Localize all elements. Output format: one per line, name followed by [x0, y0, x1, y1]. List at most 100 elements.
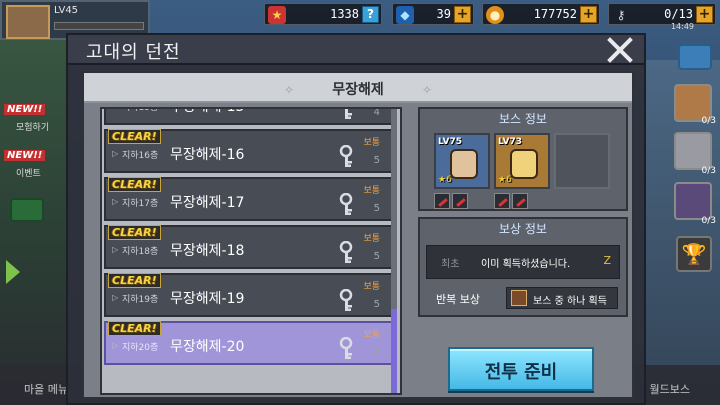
- weapon-icon: [512, 193, 528, 209]
- repeat-reward-text: 보스 중 하나 획득: [533, 296, 607, 307]
- key-icon: ⚷: [616, 8, 626, 22]
- reward-info-box: 보상 정보 최초 이미 획득하셨습니다. Z 반복 보상 보스 중 하나 획득: [418, 217, 628, 317]
- difficulty-label: 보통: [363, 234, 380, 244]
- boss-info-title: 보스 정보: [499, 112, 547, 126]
- chat-icon[interactable]: [678, 44, 712, 70]
- town-menu-label[interactable]: 마을 메뉴: [24, 381, 68, 397]
- empty-boss-slot: [554, 133, 610, 189]
- hero-portrait[interactable]: [674, 182, 712, 220]
- repeat-reward-item[interactable]: 보스 중 하나 획득: [506, 287, 618, 309]
- stage-name: 무장해제-15: [170, 107, 245, 115]
- trophy-icon[interactable]: 🏆: [676, 236, 712, 272]
- hero-portrait[interactable]: [674, 132, 712, 170]
- key-cost: 5: [373, 347, 380, 358]
- clear-badge: CLEAR!: [108, 177, 161, 192]
- gem-icon: ◆: [396, 6, 414, 24]
- repeat-reward: 반복 보상 보스 중 하나 획득: [426, 287, 620, 309]
- close-icon[interactable]: [606, 37, 634, 63]
- stage-row[interactable]: ▷ CLEAR! 지하17층 무장해제-17 보통 5: [104, 177, 394, 221]
- key-cost: 5: [373, 251, 380, 262]
- info-column: 보스 정보 LV75 ★6 LV73 ★6 보상 정보 최초 이미 획득하셨습니…: [418, 107, 628, 395]
- boss-portrait: [450, 149, 478, 179]
- hero-count: 0/3: [701, 216, 716, 226]
- add-gems-button[interactable]: +: [454, 6, 471, 23]
- coins: ● 177752 +: [482, 3, 600, 25]
- scrollbar-thumb[interactable]: [391, 309, 397, 393]
- boss-card[interactable]: LV75 ★6: [434, 133, 490, 189]
- floor-label: 지하20층: [122, 343, 159, 353]
- boss-level: LV75: [438, 137, 462, 147]
- stage-name: 무장해제-19: [170, 291, 245, 307]
- clear-badge: CLEAR!: [108, 273, 161, 288]
- chevron-right-icon: ▷: [112, 293, 119, 302]
- key-value: 0/13: [664, 7, 693, 21]
- chevron-right-icon: ▷: [112, 245, 119, 254]
- keys: ⚷ 0/13 +: [608, 3, 716, 25]
- gems: ◆ 39 +: [392, 3, 474, 25]
- key-cost: 4: [373, 107, 380, 118]
- floor-label: 지하15층: [122, 107, 159, 113]
- panel-header: ✧ 무장해제 ✧: [84, 73, 632, 103]
- stage-name: 무장해제-17: [170, 195, 245, 211]
- difficulty-label: 보통: [363, 186, 380, 196]
- key-icon: [338, 336, 358, 361]
- play-arrow-icon[interactable]: [6, 260, 20, 284]
- first-reward: 최초 이미 획득하셨습니다. Z: [426, 245, 620, 279]
- floor-label: 지하19층: [122, 295, 159, 305]
- player-level: LV45: [54, 5, 79, 16]
- world-boss-label[interactable]: 월드보스: [650, 381, 690, 397]
- battle-ready-button[interactable]: 전투 준비: [448, 347, 594, 391]
- clear-badge: CLEAR!: [108, 321, 161, 336]
- key-icon: [338, 240, 358, 265]
- dialog-title: 고대의 던전: [86, 42, 181, 63]
- floor-label: 지하18층: [122, 247, 159, 257]
- boss-reward-icon: [511, 290, 527, 306]
- key-icon: [338, 288, 358, 313]
- ornament-right: ✧: [421, 83, 432, 97]
- stage-row[interactable]: ▷ CLEAR! 지하20층 무장해제-20 보통 5: [104, 321, 394, 365]
- add-coins-button[interactable]: +: [580, 6, 597, 23]
- new-badge: NEW!!: [4, 150, 46, 161]
- stage-list[interactable]: ▷ 지하15층 무장해제-15 4 ▷ CLEAR! 지하16층 무장해제-16 보통 5 ▷ CLE…: [100, 107, 402, 395]
- key-icon: [338, 109, 358, 121]
- stage-row[interactable]: ▷ CLEAR! 지하19층 무장해제-19 보통 5: [104, 273, 394, 317]
- key-icon: [338, 192, 358, 217]
- rank-value: 1338: [330, 7, 359, 21]
- exp-bar: [54, 22, 144, 30]
- difficulty-label: 보통: [363, 138, 380, 148]
- add-keys-button[interactable]: +: [696, 6, 713, 23]
- hero-count: 0/3: [701, 166, 716, 176]
- floor-label: 지하16층: [122, 151, 159, 161]
- resource-bar: ★ 1338 ? ◆ 39 + ● 177752 + ⚷ 0/13 + 14:4…: [262, 0, 720, 31]
- zzz-icon: Z: [603, 254, 611, 267]
- chevron-right-icon: ▷: [112, 109, 118, 110]
- weapon-icon: [452, 193, 468, 209]
- difficulty-label: 보통: [363, 330, 380, 340]
- avatar: [6, 5, 50, 39]
- stage-name: 무장해제-16: [170, 147, 245, 163]
- clock: 14:49: [670, 22, 694, 31]
- boss-portrait: [510, 149, 538, 179]
- stage-row[interactable]: ▷ CLEAR! 지하18층 무장해제-18 보통 5: [104, 225, 394, 269]
- help-button[interactable]: ?: [362, 6, 379, 23]
- chevron-right-icon: ▷: [112, 341, 119, 350]
- dungeon-dialog: 고대의 던전 ✧ 무장해제 ✧ ▷ 지하15층 무장해제-15 4 ▷ CLEAR! 지하1…: [66, 33, 646, 405]
- side-menu-adventure[interactable]: 모험하기: [16, 120, 49, 133]
- stage-panel: ✧ 무장해제 ✧ ▷지하15층무장해제-154▷CLEAR!지하16층무장해제-…: [82, 71, 634, 399]
- gem-value: 39: [436, 7, 451, 21]
- stage-row[interactable]: ▷ 지하15층 무장해제-15 4: [104, 107, 394, 125]
- new-badge: NEW!!: [4, 104, 46, 115]
- boss-card[interactable]: LV73 ★6: [494, 133, 550, 189]
- side-menu-event[interactable]: 이벤트: [16, 166, 41, 179]
- stage-name: 무장해제-18: [170, 243, 245, 259]
- gamepad-icon[interactable]: [10, 198, 44, 222]
- stage-name: 무장해제-20: [170, 339, 245, 355]
- difficulty-label: 보통: [363, 282, 380, 292]
- stage-row[interactable]: ▷ CLEAR! 지하16층 무장해제-16 보통 5: [104, 129, 394, 173]
- game-screen: 마을 메뉴 월드보스 LV45 NEW!! 모험하기 NEW!! 이벤트 0/3…: [0, 0, 720, 405]
- weapon-icon: [494, 193, 510, 209]
- key-cost: 5: [373, 299, 380, 310]
- chevron-right-icon: ▷: [112, 197, 119, 206]
- dialog-header: 고대의 던전: [68, 35, 644, 65]
- hero-count: 0/3: [701, 116, 716, 126]
